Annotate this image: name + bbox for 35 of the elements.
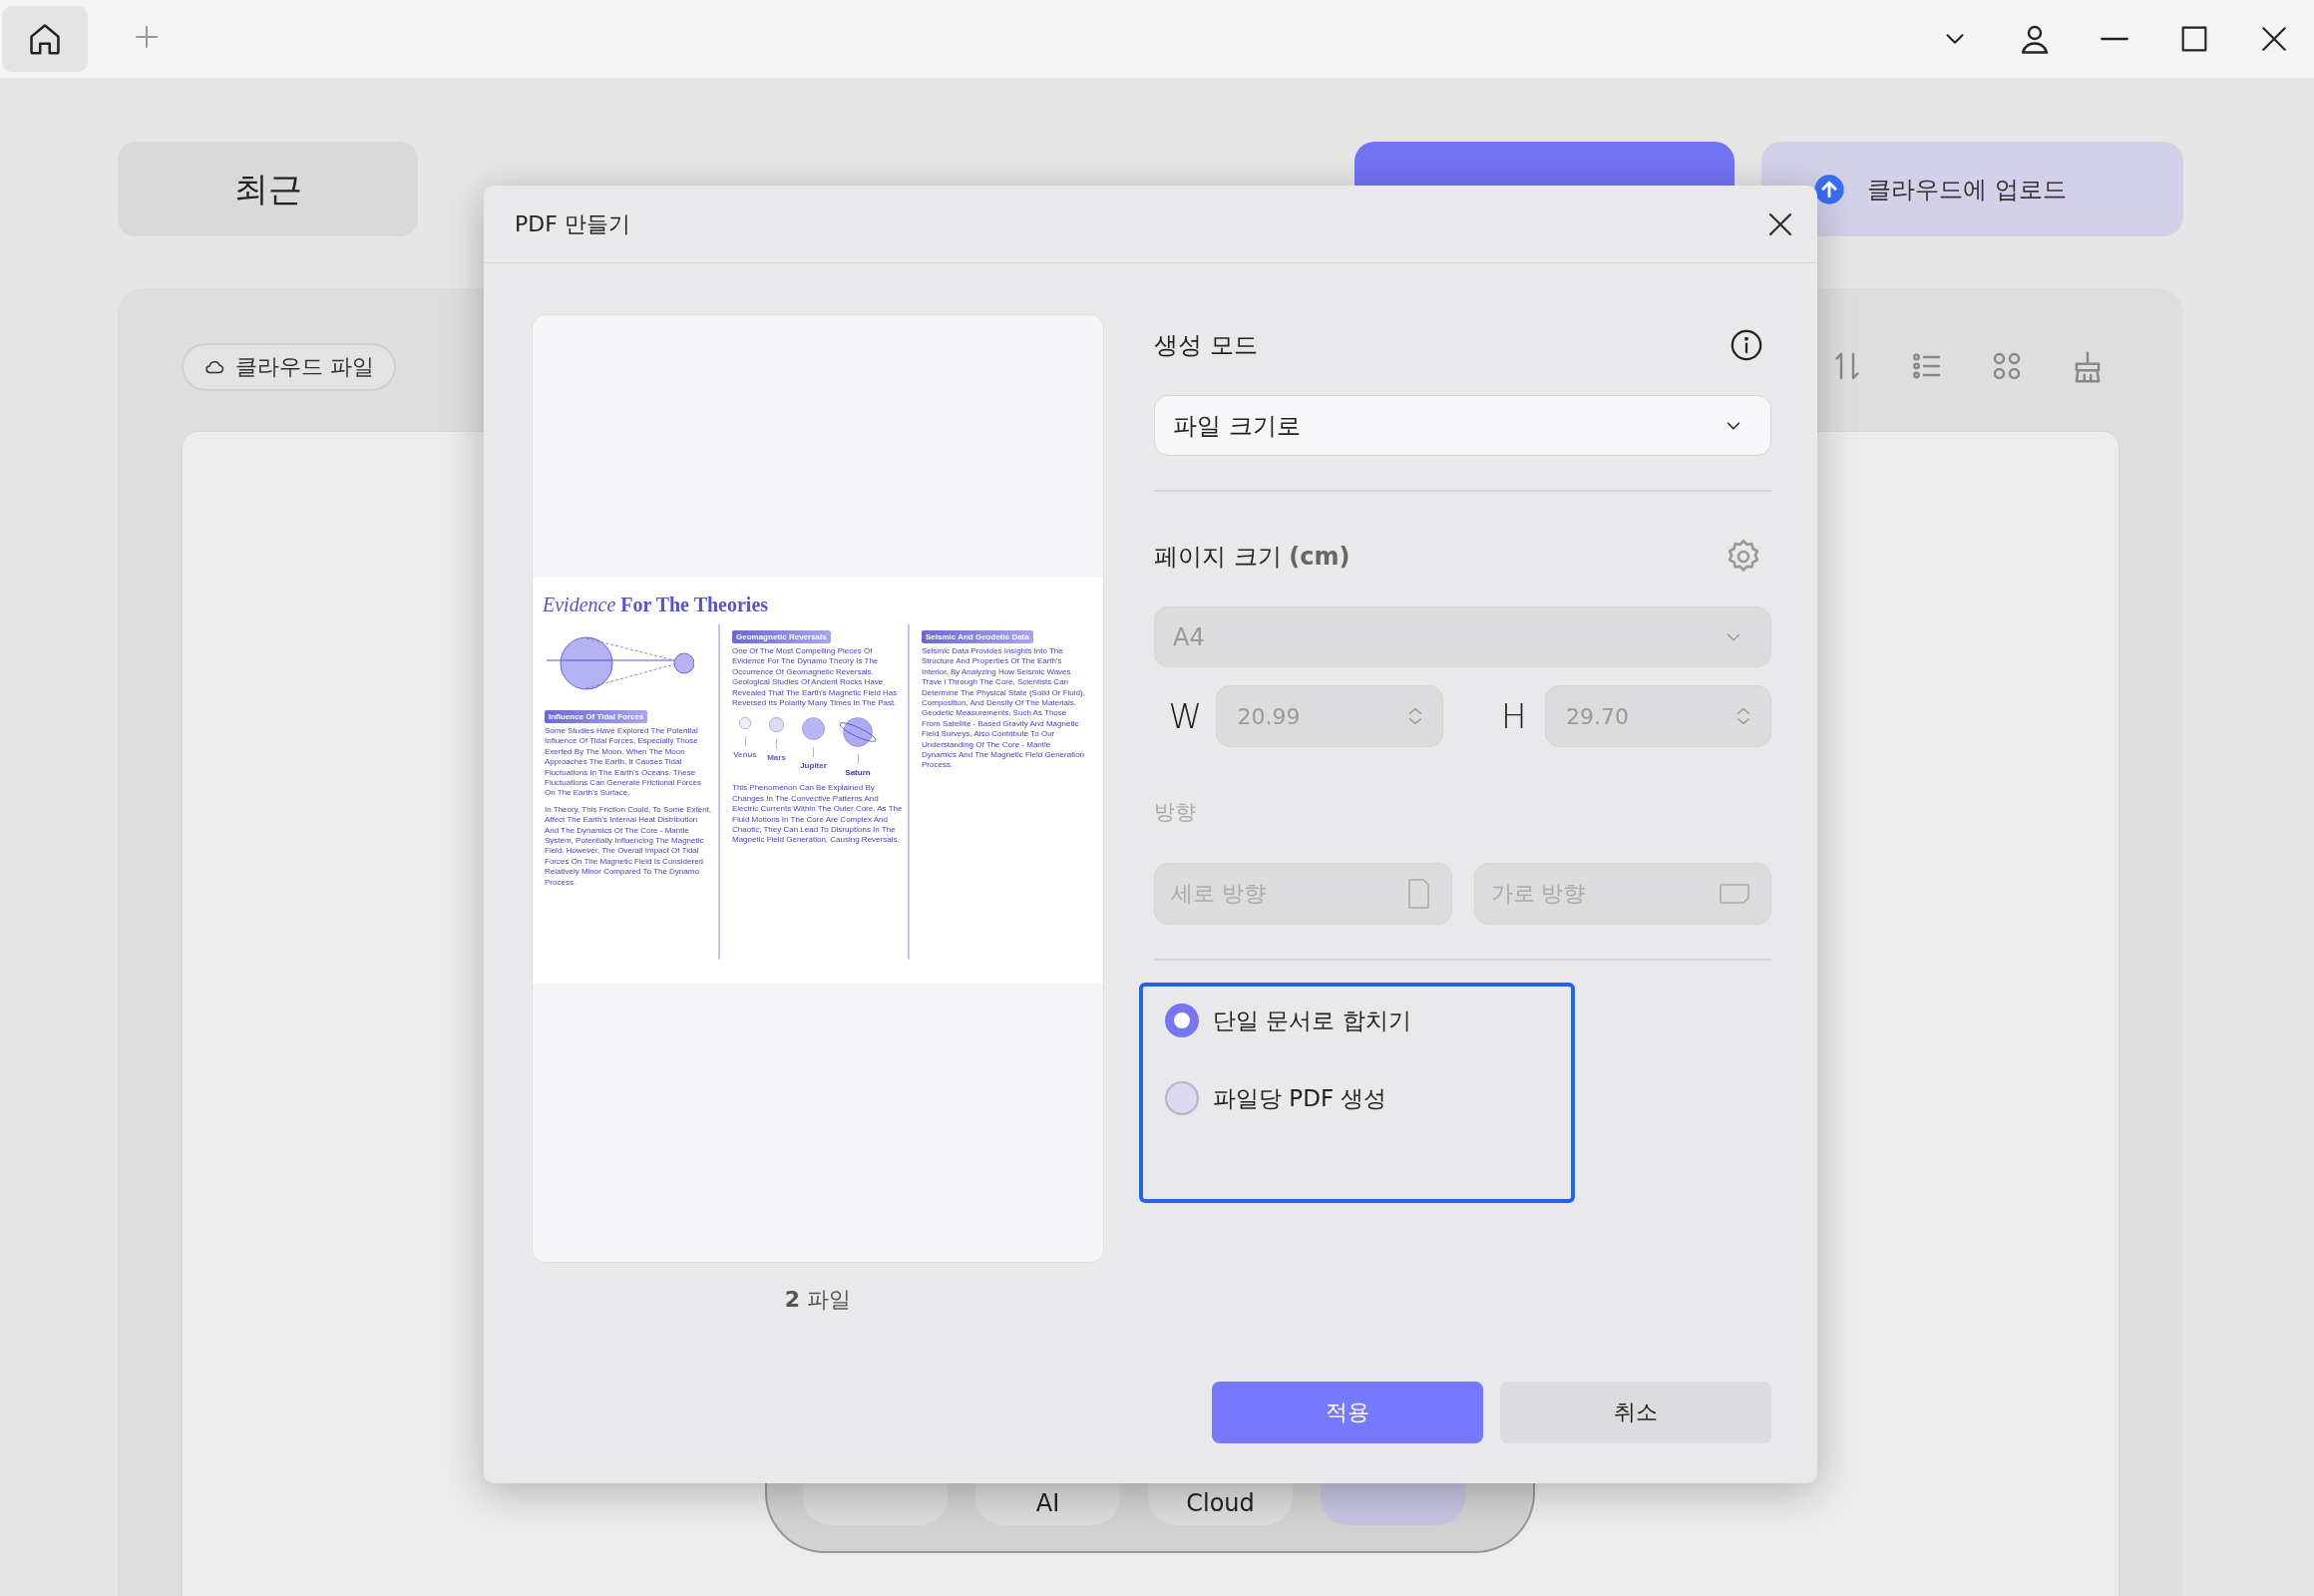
upload-button[interactable]: 클라우드에 업로드 [1761,142,2183,236]
planet-label: Jupiter [800,761,827,771]
radio-button[interactable] [1165,1081,1199,1115]
section-heading: Seismic And Geodetic Data [922,630,1033,643]
radio-label[interactable]: 단일 문서로 합치기 [1213,1004,1411,1036]
upload-icon [1813,173,1845,205]
section-heading: Influence Of Tidal Forces [545,710,648,723]
dialog-title: PDF 만들기 [515,209,630,238]
paragraph: In Theory, This Friction Could, To Some Extent, Affect The Earth's Internal Heat Distribution And The Dynamics Of The Core - Mantle System, Potentially Influencing The Magnetic Field. However, The Overall Impact Of Tidal Forces On The Magnetic Field Is Considered Relatively Minor Compared To The Dynamo Process. [545,804,713,889]
apply-button[interactable]: 적용 [1212,1382,1483,1443]
paragraph: Seismic Data Provides Insights Into The Structure And Properties Of The Earth's Interior. By Analyzing How Seismic Waves Trave l Through The Core, Scientists Can Determine The Physical State (Solid Or Fluid), Composition, And Density Of The Materials. Geodetic Measurements, Such As Those From Satellite - Based Gravity And Magnetic Field Surveys, Also Contribute To Our Understanding Of The Core - Mantle Dynamics And The Magnetic Field Generation Process. [922,646,1086,771]
info-icon[interactable] [1730,328,1763,362]
mode-label: 생성 모드 [1154,330,1258,361]
orientation-label: 방향 [1154,799,1197,826]
landscape-page-icon [1719,882,1750,906]
section-heading: Geomagnetic Reversals [732,630,831,643]
planet-label: Venus [733,750,757,760]
paragraph: This Phenomenon Can Be Explained By Changes In The Convective Patterns And Electric Currents Within The Outer Core. As The Fluid Motions In The Core Are Complex And Chaotic, They Can Lead To Disruptions In The Magnetic Field Generation, Causing Reversals. [732,783,903,846]
width-label: W [1167,696,1203,736]
paragraph: One Of The Most Compelling Pieces Of Evidence For The Dynamo Theory Is The Occurrence Of Geomagnetic Reversals. Geological Studies Of Ancient Rocks Have Revealed That The Earth's Magnetic Field Has Reversed Its Polarity Many Times In The Past. [732,646,899,709]
radio-button[interactable] [1165,1003,1199,1037]
recent-tab[interactable]: 최근 [118,142,418,236]
height-label: H [1499,696,1528,736]
radio-label[interactable]: 파일당 PDF 생성 [1213,1082,1387,1114]
document-title: Evidence For The Theories [543,594,770,616]
paragraph: Some Studies Have Explored The Potential Influence Of Tidal Forces, Especially Those Exerted By The Moon. When The Moon Approaches The Earth, It Causes Tidal Fluctuations In The Earth's Oceans. These Fluctuations Can Generate Frictional Forces On The Earth's Surface. [545,726,702,799]
planet-label: Saturn [845,768,871,778]
planet-label: Mars [767,753,786,763]
portrait-page-icon [1406,878,1431,910]
file-count: 2 파일 [783,1286,853,1314]
cloud-files-chip[interactable]: 클라우드 파일 [182,343,396,391]
cancel-button[interactable]: 취소 [1500,1382,1771,1443]
home-tab[interactable] [2,6,88,72]
page-size-label: 페이지 크기 (cm) [1154,542,1350,573]
mode-dropdown[interactable]: 파일 크기로 [1154,395,1771,456]
